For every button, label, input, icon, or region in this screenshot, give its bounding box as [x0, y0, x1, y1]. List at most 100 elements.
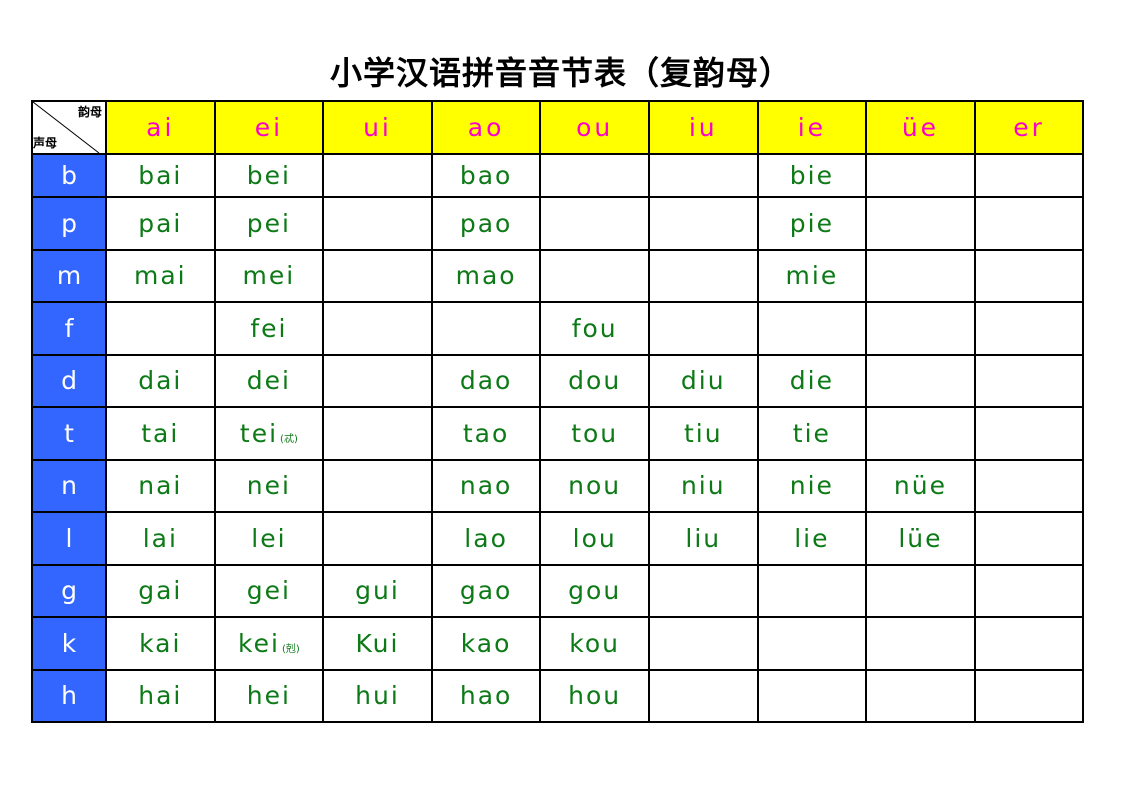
syllable-cell: dou	[539, 353, 650, 408]
syllable-cell: gou	[539, 563, 650, 618]
table-row: l lai lei lao lou liu lie lüe	[31, 511, 1085, 566]
syllable-cell	[865, 248, 976, 303]
syllable-cell: dai	[105, 353, 216, 408]
syllable-cell: lou	[539, 511, 650, 566]
syllable-text: hai	[138, 681, 183, 711]
syllable-cell: nei	[213, 458, 325, 513]
syllable-cell	[756, 563, 868, 618]
initial-cell: l	[31, 511, 107, 566]
syllable-cell: bie	[756, 153, 868, 198]
syllable-cell: lai	[105, 511, 216, 566]
initial-cell: m	[31, 248, 107, 303]
syllable-text: tai	[141, 418, 180, 448]
syllable-cell: hei	[213, 668, 325, 723]
syllable-text: lüe	[898, 523, 943, 553]
syllable-cell: hai	[105, 668, 216, 723]
syllable-cell: diu	[647, 353, 759, 408]
syllable-cell	[973, 153, 1085, 198]
syllable-text: gai	[138, 576, 183, 606]
syllable-cell	[647, 668, 759, 723]
syllable-cell: mai	[105, 248, 216, 303]
final-header: er	[973, 100, 1085, 155]
syllable-cell: bei	[213, 153, 325, 198]
syllable-cell	[973, 248, 1085, 303]
syllable-text: pai	[138, 208, 183, 238]
syllable-cell: nüe	[865, 458, 976, 513]
syllable-text: hao	[459, 681, 513, 711]
syllable-text: mei	[242, 261, 296, 291]
syllable-cell: lie	[756, 511, 868, 566]
syllable-cell	[973, 563, 1085, 618]
final-header: ei	[213, 100, 325, 155]
syllable-text: diu	[680, 366, 726, 396]
syllable-text: hui	[355, 681, 400, 711]
syllable-text: lao	[464, 523, 508, 553]
syllable-text: gou	[568, 576, 622, 606]
final-header: ou	[539, 100, 650, 155]
syllable-cell: mie	[756, 248, 868, 303]
syllable-text: bei	[246, 161, 291, 190]
syllable-text: mai	[133, 261, 187, 291]
syllable-cell	[973, 406, 1085, 461]
syllable-text: gao	[459, 576, 513, 606]
syllable-text: fou	[571, 313, 618, 343]
syllable-cell: hao	[430, 668, 542, 723]
syllable-text: lou	[572, 523, 617, 553]
syllable-text: tie	[792, 418, 831, 448]
syllable-text: hei	[246, 681, 291, 711]
syllable-cell	[973, 353, 1085, 408]
syllable-text: nai	[138, 471, 183, 501]
syllable-cell: liu	[647, 511, 759, 566]
syllable-cell	[322, 511, 433, 566]
corner-cell: 韵母 声母	[31, 100, 107, 155]
initial-cell: g	[31, 563, 107, 618]
syllable-cell: lao	[430, 511, 542, 566]
syllable-cell: nou	[539, 458, 650, 513]
finals-axis-label: 韵母	[77, 105, 102, 119]
table-row: n nai nei nao nou niu nie nüe	[31, 458, 1085, 513]
syllable-cell: mao	[430, 248, 542, 303]
syllable-cell: kao	[430, 616, 542, 671]
syllable-cell	[539, 196, 650, 251]
initial-cell: h	[31, 668, 107, 723]
syllable-cell: fou	[539, 301, 650, 356]
syllable-cell: pie	[756, 196, 868, 251]
table-row: b bai bei bao bie	[31, 153, 1085, 198]
syllable-cell: nao	[430, 458, 542, 513]
syllable-text: liu	[685, 523, 722, 553]
syllable-cell	[973, 511, 1085, 566]
syllable-cell: niu	[647, 458, 759, 513]
syllable-text: bie	[789, 161, 834, 190]
syllable-cell: tiu	[647, 406, 759, 461]
syllable-cell	[105, 301, 216, 356]
final-header: ao	[430, 100, 542, 155]
syllable-text: bai	[138, 161, 183, 190]
syllable-text: kei	[238, 628, 280, 658]
syllable-cell	[322, 301, 433, 356]
syllable-text: pao	[459, 208, 513, 238]
syllable-cell: tie	[756, 406, 868, 461]
syllable-cell	[865, 153, 976, 198]
syllable-text: nei	[246, 471, 291, 501]
syllable-cell	[865, 353, 976, 408]
syllable-text: fei	[250, 313, 288, 343]
syllable-cell	[322, 153, 433, 198]
final-header: iu	[647, 100, 759, 155]
page-title: 小学汉语拼音音节表（复韵母）	[329, 54, 792, 92]
syllable-cell	[322, 353, 433, 408]
table-row: k kai kei (剋) Kui kao kou	[31, 616, 1085, 671]
syllable-cell: mei	[213, 248, 325, 303]
syllable-text: nüe	[893, 471, 947, 501]
syllable-text: lei	[251, 523, 287, 553]
syllable-text: kao	[460, 628, 512, 658]
syllable-text: mao	[455, 261, 517, 291]
syllable-cell: pai	[105, 196, 216, 251]
syllable-text: tiu	[683, 418, 723, 448]
syllable-cell: kai	[105, 616, 216, 671]
syllable-text: die	[789, 366, 834, 396]
syllable-cell: bai	[105, 153, 216, 198]
syllable-cell: gai	[105, 563, 216, 618]
syllable-cell: hui	[322, 668, 433, 723]
syllable-cell: kou	[539, 616, 650, 671]
syllable-cell: tao	[430, 406, 542, 461]
